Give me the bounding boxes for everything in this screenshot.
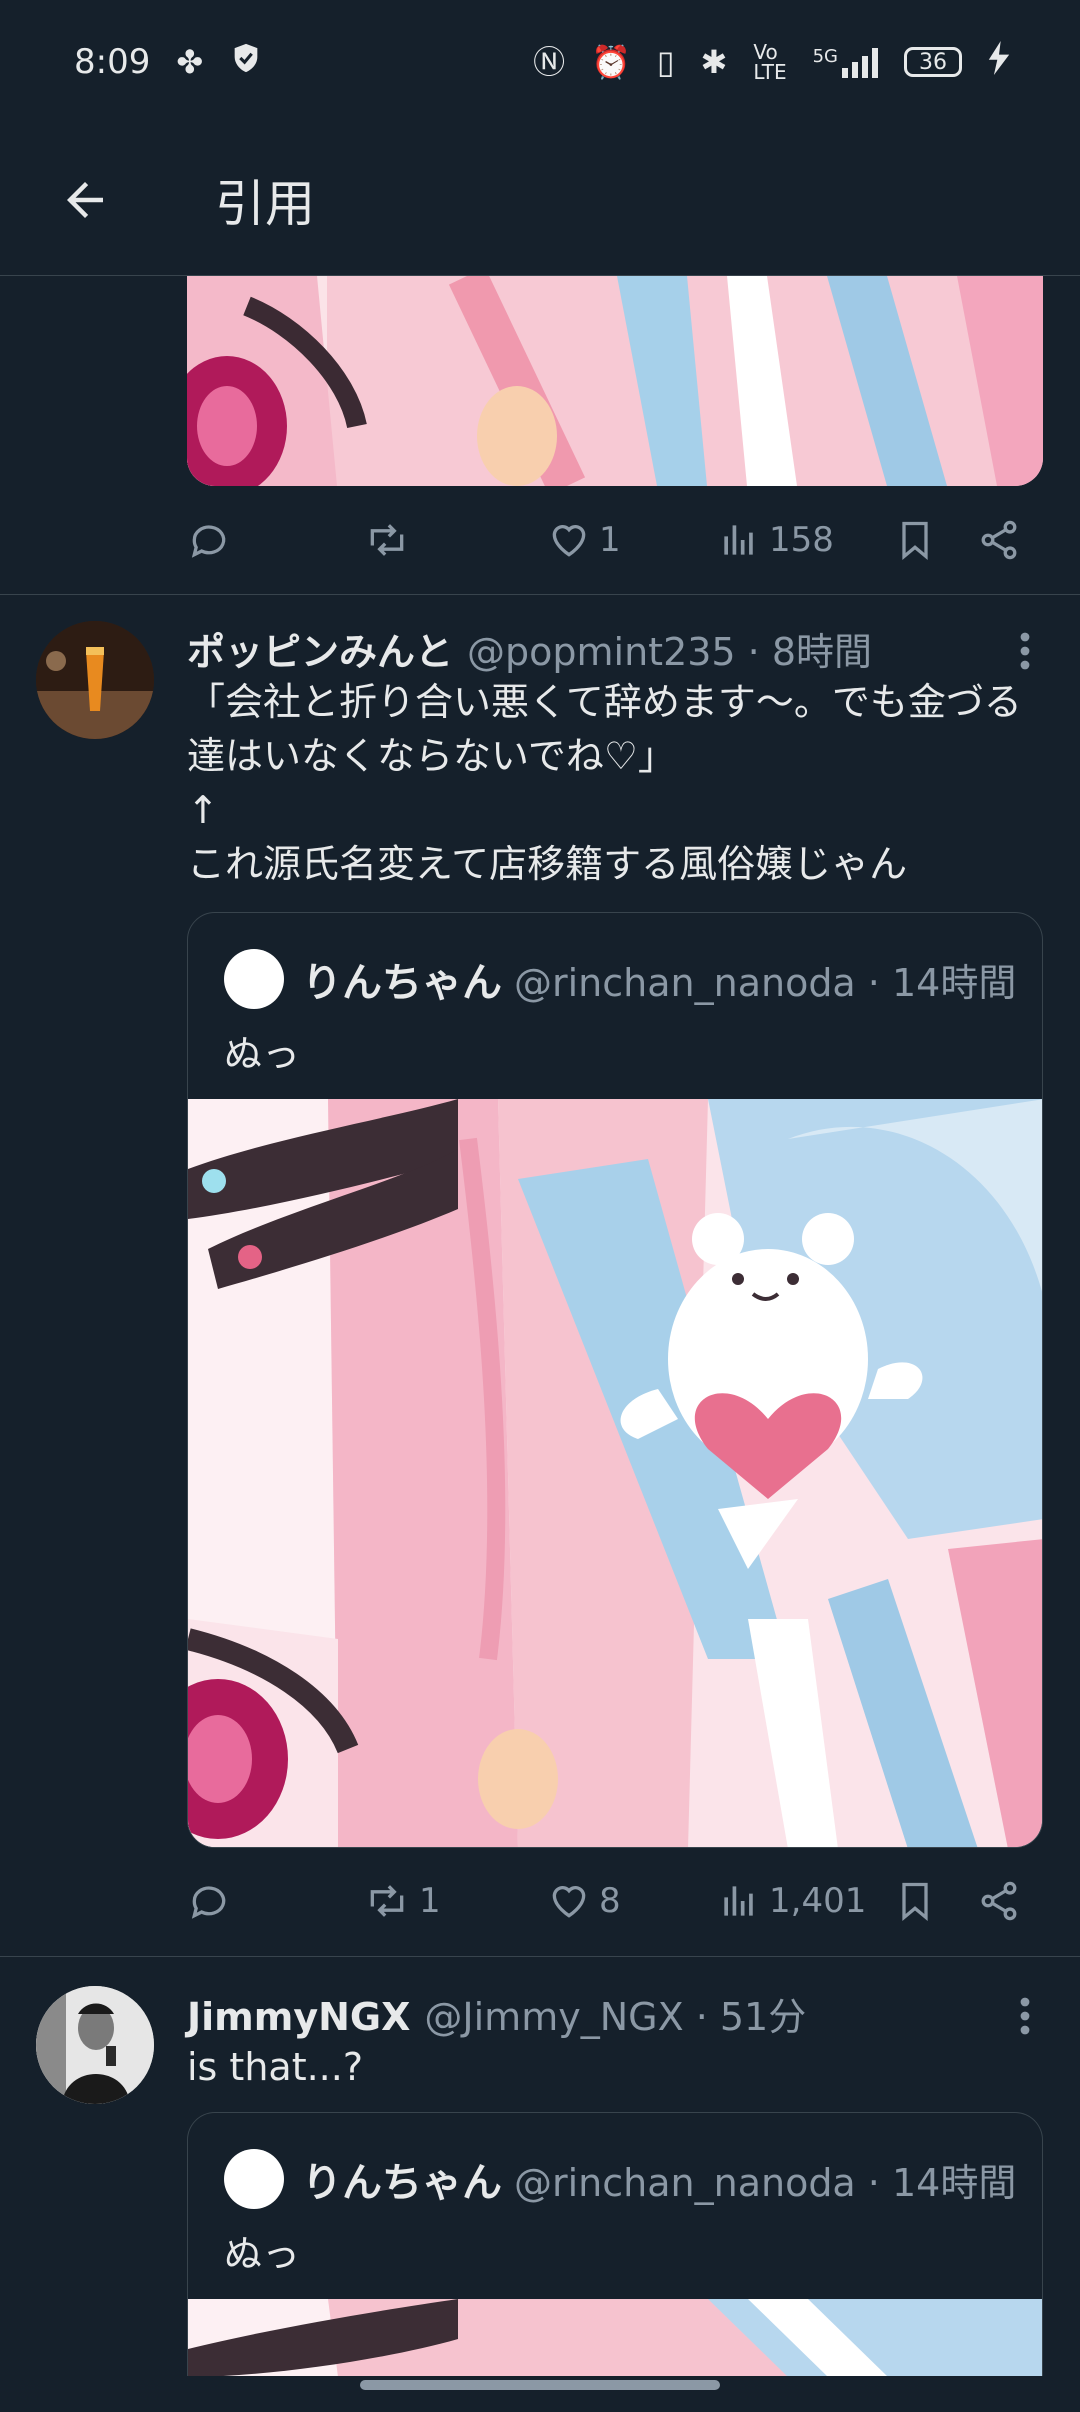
like-button[interactable]: 8 [547, 1879, 621, 1923]
retweet-button[interactable]: 1 [363, 1879, 441, 1923]
views-button[interactable]: 158 [717, 518, 834, 562]
media-image[interactable] [188, 2299, 1042, 2376]
home-indicator[interactable] [360, 2380, 720, 2390]
share-button[interactable] [977, 518, 1021, 562]
shield-icon [229, 41, 263, 84]
tweet-text: 「会社と折り合い悪くて辞めます〜。でも金づる達はいなくならないでね♡」 ↑ これ… [187, 680, 1022, 886]
avatar[interactable] [36, 901, 154, 1019]
header: 引用 [0, 124, 1080, 276]
heart-icon [552, 525, 586, 557]
bookmark-button[interactable] [893, 518, 937, 562]
like-count: 8 [599, 1881, 621, 1921]
avatar[interactable] [36, 621, 154, 739]
battery-indicator: 36 [904, 47, 962, 77]
media-image[interactable] [188, 1099, 1042, 1847]
share-button[interactable] [977, 1879, 1021, 1923]
tweet-text: is that...? [187, 2045, 364, 2089]
display-name[interactable]: ポッピンみんと [187, 621, 453, 676]
retweet-count: 1 [419, 1881, 441, 1921]
reply-button[interactable] [187, 1879, 239, 1923]
signal-icon: 5G [813, 46, 878, 78]
charging-icon [988, 40, 1010, 84]
share-icon [981, 1881, 1017, 1921]
tweet-actions: 1 8 1,401 [187, 1861, 1037, 1941]
handle-and-time[interactable]: @popmint235 · 8時間 [467, 621, 872, 676]
bookmark-icon [902, 521, 928, 561]
more-button[interactable] [1000, 1991, 1050, 2041]
tweet-header: ポッピンみんと @popmint235 · 8時間 [187, 621, 872, 676]
like-count: 1 [599, 520, 621, 560]
views-icon [724, 1886, 753, 1916]
back-button[interactable] [0, 124, 170, 276]
bluetooth-icon: ✱ [700, 43, 728, 81]
quote-avatar [224, 2149, 284, 2209]
fan-icon: ✤ [176, 43, 204, 81]
views-count: 1,401 [769, 1881, 867, 1921]
divider [0, 1956, 1080, 1957]
page-title: 引用 [215, 174, 315, 233]
bookmark-icon [902, 1882, 928, 1922]
quote-handle-and-time: @rinchan_nanoda · 14時間 [514, 2160, 1017, 2205]
views-button[interactable]: 1,401 [717, 1879, 866, 1923]
alarm-icon: ⏰ [591, 43, 631, 81]
views-icon [724, 525, 753, 555]
arrow-left-icon [67, 181, 103, 218]
retweet-icon [370, 524, 404, 556]
heart-icon [552, 1886, 586, 1918]
share-icon [981, 520, 1017, 560]
network-type: 5G [812, 46, 838, 67]
quote-display-name: りんちゃん [302, 960, 502, 1006]
quote-text: ぬっ [224, 1032, 301, 1076]
retweet-button[interactable] [363, 518, 419, 562]
quoted-tweet[interactable]: りんちゃん @rinchan_nanoda · 14時間 ぬっ [187, 912, 1043, 1848]
display-name[interactable]: JimmyNGX [187, 1995, 410, 2039]
status-bar: 8:09 ✤ Ⓝ ⏰ ▯ ✱ Vo LTE 5G 36 [0, 0, 1080, 124]
vibrate-icon: ▯ [656, 43, 675, 81]
quote-handle-and-time: @rinchan_nanoda · 14時間 [514, 960, 1017, 1005]
media-image[interactable] [187, 276, 1043, 486]
quote-header: りんちゃん @rinchan_nanoda · 14時間 [224, 949, 1016, 1009]
quote-text: ぬっ [224, 2232, 301, 2276]
quote-header: りんちゃん @rinchan_nanoda · 14時間 [224, 2149, 1016, 2209]
more-vertical-icon [1020, 1997, 1030, 2035]
like-button[interactable]: 1 [547, 518, 621, 562]
handle-and-time[interactable]: @Jimmy_NGX · 51分 [424, 1986, 806, 2041]
more-button[interactable] [1000, 626, 1050, 676]
reply-icon [191, 525, 226, 558]
reply-icon [191, 1886, 226, 1919]
status-time: 8:09 [74, 42, 151, 82]
views-count: 158 [769, 520, 834, 560]
tweet-header: JimmyNGX @Jimmy_NGX · 51分 [187, 1986, 806, 2041]
more-vertical-icon [1020, 632, 1030, 670]
quote-avatar [224, 949, 284, 1009]
reply-button[interactable] [187, 518, 239, 562]
bookmark-button[interactable] [893, 1879, 937, 1923]
volte-icon: Vo LTE [753, 40, 787, 84]
avatar[interactable] [36, 1986, 154, 2104]
tweet-actions: 1 158 [187, 500, 1037, 580]
quote-display-name: りんちゃん [302, 2160, 502, 2206]
retweet-icon [370, 1885, 404, 1917]
nfc-icon: Ⓝ [533, 43, 566, 81]
quoted-tweet[interactable]: りんちゃん @rinchan_nanoda · 14時間 ぬっ [187, 2112, 1043, 2376]
